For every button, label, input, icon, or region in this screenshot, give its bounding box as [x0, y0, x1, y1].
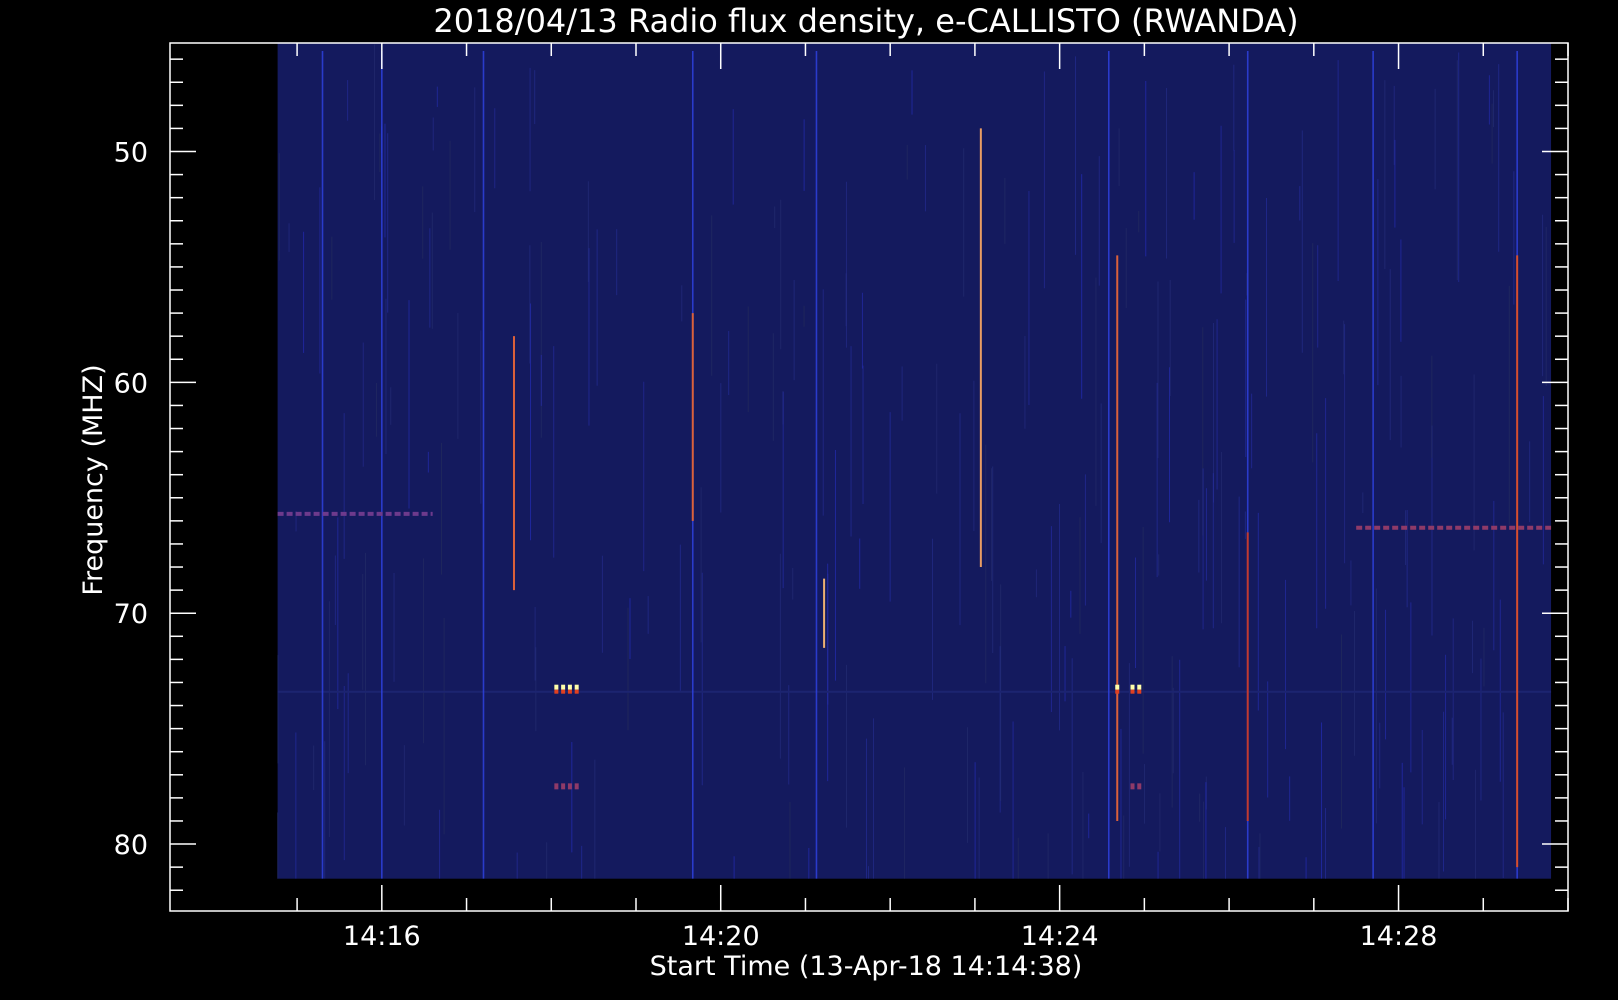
- rfi-echo-1-mark-1: [561, 783, 566, 790]
- rfi-cluster-1-mark-1-base: [561, 689, 566, 694]
- rfi-cluster-2-mark-2: [1137, 684, 1142, 690]
- rfi-cluster-1-mark-0: [554, 684, 559, 690]
- rfi-cluster-2-mark-0: [1115, 684, 1120, 690]
- rfi-cluster-2-mark-2-base: [1137, 689, 1142, 694]
- spectrogram-chart: 2018/04/13 Radio flux density, e-CALLIST…: [78, 2, 1569, 982]
- rfi-cluster-1-mark-0-base: [554, 689, 559, 694]
- plot-area: [277, 43, 1552, 879]
- rfi-echo-2-mark-1: [1137, 783, 1142, 790]
- y-tick-label-3: 80: [114, 830, 148, 861]
- rfi-echo-1-mark-3: [574, 783, 579, 790]
- x-tick-label-0: 14:16: [343, 921, 421, 952]
- x-axis-title: Start Time (13-Apr-18 14:14:38): [650, 951, 1083, 982]
- rfi-cluster-2-mark-0-base: [1115, 689, 1120, 694]
- y-tick-label-2: 70: [114, 599, 148, 630]
- rfi-cluster-1-mark-3-base: [574, 689, 579, 694]
- rfi-cluster-1-mark-1: [561, 684, 566, 690]
- x-tick-label-2: 14:24: [1021, 921, 1099, 952]
- rfi-echo-2-mark-0: [1130, 783, 1135, 790]
- rfi-echo-1-mark-2: [567, 783, 572, 790]
- y-tick-label-0: 50: [114, 138, 148, 169]
- rfi-echo-1-mark-0: [554, 783, 559, 790]
- rfi-cluster-1-mark-2: [567, 684, 572, 690]
- rfi-cluster-2-mark-1-base: [1130, 689, 1135, 694]
- rfi-cluster-2-mark-1: [1130, 684, 1135, 690]
- rfi-cluster-1-mark-2-base: [567, 689, 572, 694]
- y-axis-title: Frequency (MHZ): [78, 364, 109, 595]
- chart-title: 2018/04/13 Radio flux density, e-CALLIST…: [433, 2, 1298, 40]
- spectrogram-background: [277, 43, 1552, 879]
- x-tick-label-1: 14:20: [682, 921, 760, 952]
- rfi-cluster-1-mark-3: [574, 684, 579, 690]
- y-tick-label-1: 60: [114, 368, 148, 399]
- x-tick-label-3: 14:28: [1360, 921, 1438, 952]
